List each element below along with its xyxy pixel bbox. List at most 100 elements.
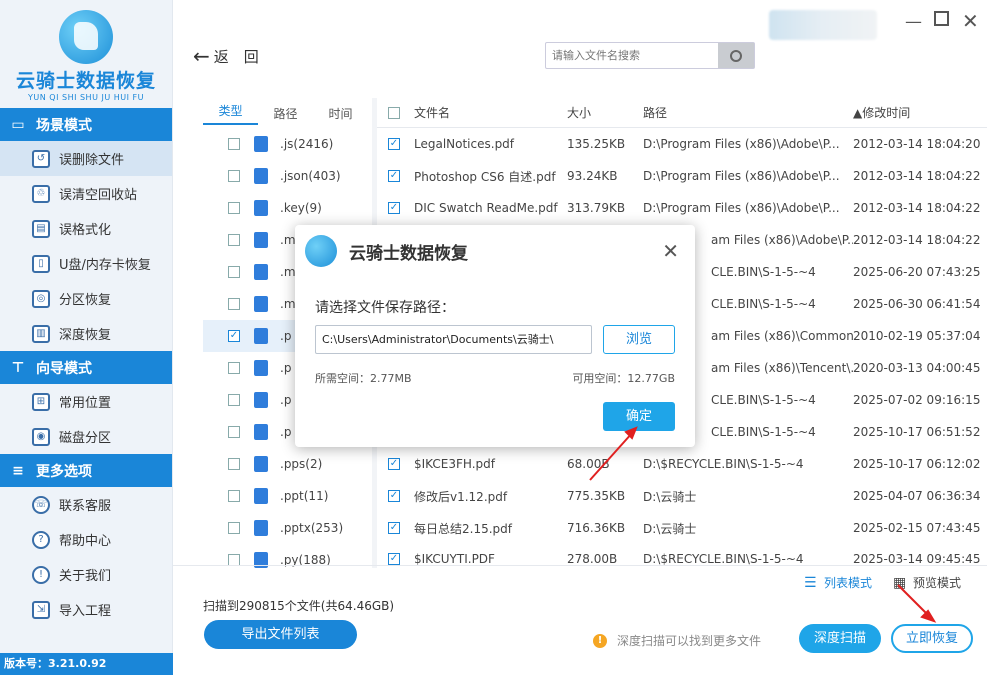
info-icon: !: [32, 565, 50, 584]
dialog-close-icon[interactable]: ✕: [662, 239, 679, 263]
header-modified[interactable]: ▲修改时间: [853, 104, 987, 121]
file-type-icon: [254, 392, 268, 408]
table-row[interactable]: ✓ Photoshop CS6 自述.pdf 93.24KB D:\Program F…: [377, 160, 987, 192]
search-button[interactable]: [718, 43, 754, 68]
table-row[interactable]: ✓ 修改后v1.12.pdf 775.35KB D:\云骑士 2025-04-07 06…: [377, 480, 987, 512]
checkbox[interactable]: [228, 202, 240, 214]
checkbox[interactable]: [228, 298, 240, 310]
confirm-button[interactable]: 确定: [603, 402, 675, 431]
checkbox[interactable]: [228, 362, 240, 374]
app-logo: 云骑士数据恢复 YUN QI SHI SHU JU HUI FU: [0, 0, 172, 108]
user-avatar[interactable]: [769, 10, 877, 40]
tab-time[interactable]: 时间: [313, 105, 368, 122]
guide-icon: ⊤: [11, 359, 25, 376]
checkbox[interactable]: [228, 394, 240, 406]
phone-icon: ☏: [32, 495, 50, 514]
sidebar-item-support[interactable]: ☏ 联系客服: [0, 487, 172, 522]
file-type-icon: [254, 200, 268, 216]
deep-scan-button[interactable]: 深度扫描: [799, 624, 881, 653]
checkbox[interactable]: [228, 458, 240, 470]
sidebar-item-help[interactable]: ? 帮助中心: [0, 522, 172, 557]
filter-row[interactable]: .pptx(253): [203, 512, 368, 544]
search-icon: [730, 49, 742, 62]
checkbox[interactable]: [228, 170, 240, 182]
arrow-left-icon: ←: [193, 44, 210, 68]
required-space: 所需空间：2.77MB: [315, 372, 412, 385]
disk-icon: ◉: [32, 427, 50, 446]
menu-icon: ≡: [12, 462, 24, 479]
checkbox-checked[interactable]: ✓: [388, 170, 400, 182]
section-title: 场景模式: [36, 117, 92, 134]
section-guide-mode: ⊤ 向导模式: [0, 351, 172, 384]
app-name: 云骑士数据恢复: [15, 70, 156, 92]
checkbox-checked[interactable]: ✓: [388, 553, 400, 565]
format-icon: ▤: [32, 219, 50, 238]
checkbox-checked[interactable]: ✓: [388, 490, 400, 502]
help-icon: ?: [32, 530, 50, 549]
save-path-dialog: 云骑士数据恢复 ✕ 请选择文件保存路径： C:\Users\Administra…: [295, 225, 695, 447]
export-list-button[interactable]: 导出文件列表: [204, 620, 357, 649]
file-type-icon: [254, 328, 268, 344]
file-type-icon: [254, 136, 268, 152]
recover-now-button[interactable]: 立即恢复: [891, 624, 973, 653]
checkbox[interactable]: [228, 138, 240, 150]
sidebar-item-disk-partition[interactable]: ◉ 磁盘分区: [0, 419, 172, 454]
warning-icon: !: [593, 633, 607, 648]
list-view-icon: ☰: [804, 574, 817, 591]
sidebar-item-about[interactable]: ! 关于我们: [0, 557, 172, 592]
checkbox[interactable]: [228, 266, 240, 278]
file-type-icon: [254, 264, 268, 280]
checkbox-checked[interactable]: ✓: [228, 330, 240, 342]
checkbox[interactable]: [228, 426, 240, 438]
file-type-icon: [254, 296, 268, 312]
search-input[interactable]: [546, 43, 716, 68]
save-path-field[interactable]: C:\Users\Administrator\Documents\云骑士\: [315, 325, 592, 354]
back-button[interactable]: ← 返 回: [193, 44, 259, 68]
sidebar-item-deleted-files[interactable]: ↺ 误删除文件: [0, 141, 172, 176]
dialog-prompt: 请选择文件保存路径：: [315, 300, 455, 316]
search-box: [545, 42, 755, 69]
filter-row[interactable]: .js(2416): [203, 128, 368, 160]
checkbox-checked[interactable]: ✓: [388, 522, 400, 534]
filter-row[interactable]: .json(403): [203, 160, 368, 192]
header-path[interactable]: 路径: [643, 104, 853, 121]
sidebar-item-recycle-bin[interactable]: ♲ 误清空回收站: [0, 176, 172, 211]
tab-path[interactable]: 路径: [258, 105, 313, 122]
recycle-bin-icon: ♲: [32, 184, 50, 203]
table-row[interactable]: ✓ DIC Swatch ReadMe.pdf 313.79KB D:\Program…: [377, 192, 987, 224]
table-row[interactable]: ✓ $IKCE3FH.pdf 68.00B D:\$RECYCLE.BIN\S-1-5…: [377, 448, 987, 480]
header-size[interactable]: 大小: [567, 104, 643, 121]
filter-row[interactable]: .key(9): [203, 192, 368, 224]
minimize-icon[interactable]: —: [905, 12, 922, 32]
checkbox-checked[interactable]: ✓: [388, 138, 400, 150]
checkbox[interactable]: [228, 490, 240, 502]
preview-mode-toggle[interactable]: ▦ 预览模式: [893, 574, 961, 591]
maximize-icon[interactable]: [934, 11, 949, 26]
section-more-options: ≡ 更多选项: [0, 454, 172, 487]
table-row[interactable]: ✓ $IKCUYTI.PDF 278.00B D:\$RECYCLE.BIN\S-1-…: [377, 544, 987, 565]
checkbox[interactable]: [228, 234, 240, 246]
sidebar-item-format[interactable]: ▤ 误格式化: [0, 211, 172, 246]
sidebar-item-common-locations[interactable]: ⊞ 常用位置: [0, 384, 172, 419]
filter-tabs: 类型 路径 时间: [203, 98, 368, 128]
sidebar-item-partition[interactable]: ◎ 分区恢复: [0, 281, 172, 316]
checkbox-checked[interactable]: ✓: [388, 202, 400, 214]
tab-type[interactable]: 类型: [203, 102, 258, 125]
sidebar-item-deep[interactable]: ▥ 深度恢复: [0, 316, 172, 351]
table-row[interactable]: ✓ 每日总结2.15.pdf 716.36KB D:\云骑士 2025-02-15 07…: [377, 512, 987, 544]
file-type-icon: [254, 168, 268, 184]
version-label: 版本号：3.21.0.92: [0, 653, 173, 675]
import-icon: ⇲: [32, 600, 50, 619]
list-mode-toggle[interactable]: ☰ 列表模式: [804, 574, 872, 591]
checkbox-checked[interactable]: ✓: [388, 458, 400, 470]
header-name[interactable]: 文件名: [414, 104, 450, 121]
filter-row[interactable]: .ppt(11): [203, 480, 368, 512]
filter-row[interactable]: .pps(2): [203, 448, 368, 480]
close-icon[interactable]: ✕: [962, 9, 979, 33]
table-row[interactable]: ✓ LegalNotices.pdf 135.25KB D:\Program File…: [377, 128, 987, 160]
sidebar-item-usb[interactable]: ▯ U盘/内存卡恢复: [0, 246, 172, 281]
browse-button[interactable]: 浏览: [603, 325, 675, 354]
checkbox[interactable]: [228, 522, 240, 534]
sidebar-item-import[interactable]: ⇲ 导入工程: [0, 592, 172, 627]
select-all-checkbox[interactable]: [388, 106, 400, 119]
